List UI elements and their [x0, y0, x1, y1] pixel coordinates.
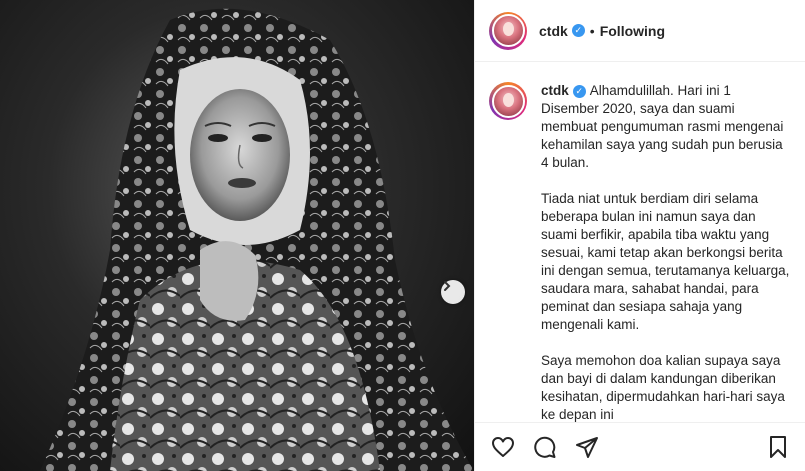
next-photo-button[interactable]: [441, 280, 465, 304]
chevron-right-icon: [444, 281, 451, 291]
avatar[interactable]: [489, 11, 527, 50]
caption-section: ctdk ✓ Alhamdulillah. Hari ini 1 Disember …: [475, 62, 805, 422]
post-header: ctdk ✓ • Following: [475, 0, 805, 62]
caption-avatar[interactable]: [489, 82, 527, 120]
caption-paragraph: Tiada niat untuk berdiam diri selama beb…: [541, 191, 790, 332]
post-photo: [0, 0, 474, 471]
caption-text: ctdk ✓ Alhamdulillah. Hari ini 1 Disember …: [541, 82, 791, 422]
caption-username[interactable]: ctdk: [541, 83, 569, 98]
following-button[interactable]: Following: [600, 23, 665, 39]
separator-dot: •: [589, 22, 595, 39]
comment-icon: [534, 436, 556, 458]
action-bar: [475, 422, 805, 471]
heart-icon: [492, 437, 514, 457]
save-button[interactable]: [764, 433, 792, 461]
paper-plane-icon: [576, 437, 598, 458]
caption-paragraph: Saya memohon doa kalian supaya saya dan …: [541, 353, 785, 422]
caption-paragraph: ctdk ✓ Alhamdulillah. Hari ini 1 Disember …: [541, 83, 784, 170]
portrait-image: [40, 8, 474, 471]
share-button[interactable]: [573, 433, 601, 461]
like-button[interactable]: [489, 433, 517, 461]
bookmark-icon: [770, 436, 786, 458]
username-link[interactable]: ctdk: [539, 23, 568, 39]
comment-button[interactable]: [531, 433, 559, 461]
post-side-panel: ctdk ✓ • Following ctdk ✓ Alhamdulillah. H…: [474, 0, 805, 471]
verified-badge-icon: ✓: [572, 84, 586, 98]
verified-badge-icon: ✓: [571, 24, 585, 37]
